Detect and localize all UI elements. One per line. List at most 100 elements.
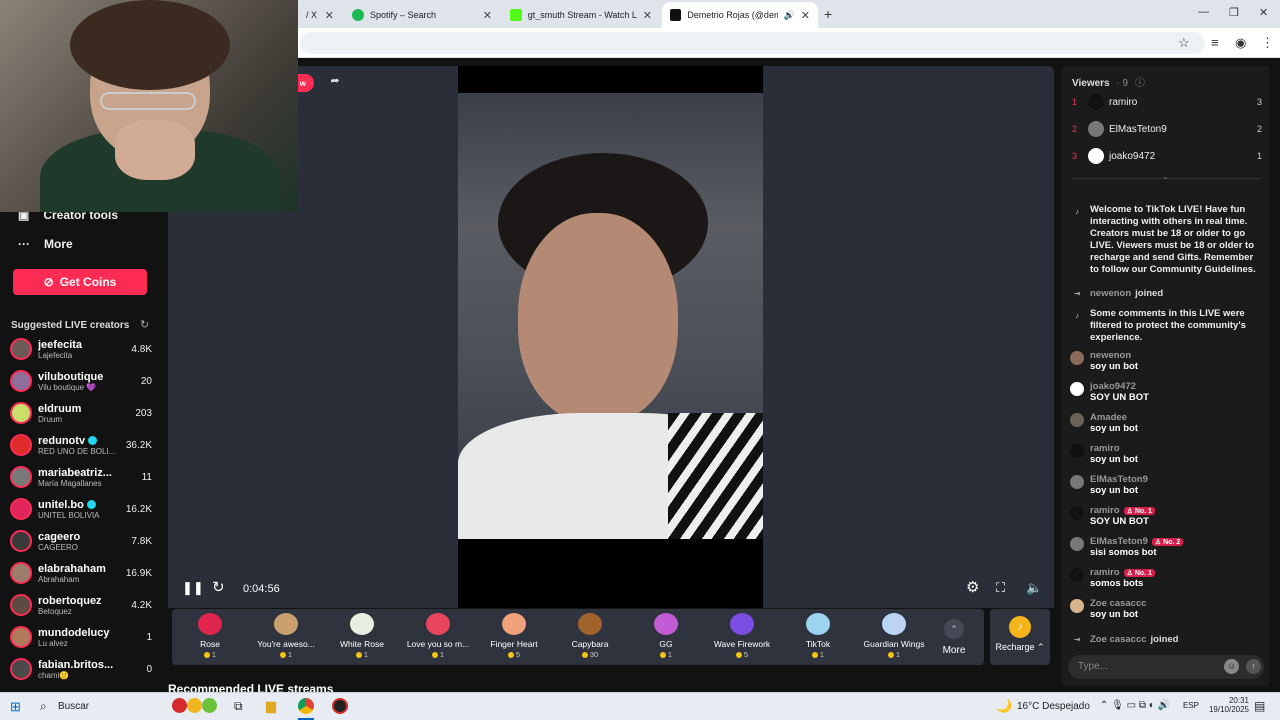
minimize-button[interactable]: — [1198, 6, 1209, 18]
volume-icon[interactable]: 🔈 [1026, 580, 1042, 596]
task-view-icon[interactable]: ⧉ [234, 699, 243, 714]
chrome-icon[interactable] [298, 698, 314, 714]
message-user[interactable]: ramiro [1090, 505, 1120, 516]
notification-icon[interactable]: ▤ [1254, 699, 1265, 713]
tray-icons[interactable]: ⌃ 🎙 ▭ ⧉ ◐ 🔊 [1100, 700, 1170, 711]
window-close-button[interactable]: ✕ [1259, 6, 1268, 19]
message-user[interactable]: ElMasTeton9 [1090, 536, 1148, 547]
avatar[interactable] [1070, 351, 1084, 365]
message-user[interactable]: newenon [1090, 350, 1131, 361]
gift-item[interactable]: White Rose 1 [324, 613, 400, 663]
avatar[interactable] [1070, 413, 1084, 427]
avatar[interactable] [1070, 537, 1084, 551]
get-coins-button[interactable]: ⊘ Get Coins [13, 269, 147, 295]
chevron-down-icon[interactable]: ⌄ [1162, 172, 1169, 181]
suggested-creator[interactable]: robertoquez Betoquez 4.2K [10, 590, 152, 620]
suggested-creator[interactable]: eldruum Druum 203 [10, 398, 152, 428]
close-icon[interactable]: ✕ [325, 9, 334, 22]
restore-button[interactable]: ❐ [1229, 6, 1239, 19]
gift-item[interactable]: You're aweso... 1 [248, 613, 324, 663]
menu-icon[interactable]: ⋮ [1261, 35, 1274, 51]
gift-item[interactable]: TikTok 1 [780, 613, 856, 663]
profile-icon[interactable]: ◉ [1235, 35, 1246, 51]
close-icon[interactable]: ✕ [483, 9, 492, 22]
suggested-creator[interactable]: elabrahaham Abrahaham 16.9K [10, 558, 152, 588]
creator-name: jeefecita [38, 338, 83, 351]
tab-spotify[interactable]: Spotify – Search ✕ [344, 2, 500, 28]
windows-start-icon[interactable]: ⊞ [10, 699, 21, 715]
gift-price-value: 5 [515, 650, 521, 659]
suggested-creator[interactable]: mundodelucy Lu alvez 1 [10, 622, 152, 652]
avatar[interactable] [1070, 568, 1084, 582]
live-player[interactable]: w ➦ ❚❚ ↻ 0:04:56 ⚙ ⛶ 🔈 [168, 66, 1054, 608]
fruit-widget-icon[interactable] [172, 698, 222, 716]
gift-item[interactable]: Rose 1 [172, 613, 248, 663]
gift-item[interactable]: Finger Heart 5 [476, 613, 552, 663]
message-user[interactable]: ramiro [1090, 443, 1120, 454]
message-user[interactable]: ramiro [1090, 567, 1120, 578]
gift-item[interactable]: Guardian Wings 1 [856, 613, 932, 663]
tab-tiktok[interactable]: Demetrio Rojas (@demerjs 🔊 ✕ [662, 2, 818, 28]
fullscreen-icon[interactable]: ⛶ [996, 580, 1005, 596]
refresh-icon[interactable]: ↻ [212, 578, 225, 596]
suggested-creator[interactable]: mariabeatriz... María Magallanes 11 [10, 462, 152, 492]
url-field[interactable] [300, 32, 1205, 54]
nav-more[interactable]: ··· More [18, 237, 73, 251]
weather-moon-icon[interactable]: 🌙 [996, 698, 1012, 714]
welcome-message: ♪ Welcome to TikTok LIVE! Have fun inter… [1070, 204, 1264, 276]
avatar[interactable] [1070, 382, 1084, 396]
avatar[interactable] [1070, 506, 1084, 520]
taskbar-search[interactable]: Buscar [58, 701, 89, 712]
join-user[interactable]: newenon [1090, 288, 1131, 299]
bookmark-star-icon[interactable]: ☆ [1178, 35, 1190, 51]
gift-name: White Rose [340, 639, 384, 649]
avatar[interactable] [1070, 599, 1084, 613]
send-icon[interactable]: ↑ [1246, 659, 1261, 674]
more-gifts-button[interactable]: ⌃ More [934, 609, 974, 665]
message-user[interactable]: ElMasTeton9 [1090, 474, 1148, 485]
pause-icon[interactable]: ❚❚ [182, 580, 204, 596]
search-icon[interactable]: ⌕ [40, 699, 47, 714]
message-user[interactable]: joako9472 [1090, 381, 1136, 392]
suggested-creator[interactable]: fabian.britos... chami🙂 0 [10, 654, 152, 684]
recharge-button[interactable]: ♪ Recharge ⌃ [990, 609, 1050, 665]
top-viewer-row[interactable]: 1 ramiro 3 [1072, 92, 1262, 112]
language-indicator[interactable]: ESP [1183, 701, 1199, 710]
weather-text[interactable]: 16°C Despejado [1017, 701, 1090, 712]
new-tab-button[interactable]: + [824, 6, 832, 22]
avatar[interactable] [1070, 444, 1084, 458]
avatar[interactable] [1070, 475, 1084, 489]
gift-item[interactable]: Wave Firework 5 [704, 613, 780, 663]
info-icon[interactable]: ⓘ [1135, 78, 1145, 89]
refresh-icon[interactable]: ↻ [140, 318, 149, 331]
close-icon[interactable]: ✕ [801, 9, 810, 22]
clock[interactable]: 20:31 19/10/2025 [1205, 696, 1249, 714]
close-icon[interactable]: ✕ [643, 9, 652, 22]
suggested-creator[interactable]: jeefecita Lajefecita 4.8K [10, 334, 152, 364]
share-icon[interactable]: ➦ [324, 74, 346, 92]
file-explorer-icon[interactable]: ▆ [266, 698, 276, 714]
settings-gear-icon[interactable]: ⚙ [966, 578, 979, 596]
suggested-creator[interactable]: redunotv RED UNO DE BOLI... 36.2K [10, 430, 152, 460]
top-viewer-row[interactable]: 2 ElMasTeton9 2 [1072, 119, 1262, 139]
video-stream[interactable] [458, 66, 763, 608]
message-user[interactable]: Amadee [1090, 412, 1127, 423]
suggested-creator[interactable]: unitel.bo UNITEL BOLIVIA 16.2K [10, 494, 152, 524]
speaker-icon[interactable]: 🔊 [784, 10, 795, 21]
suggested-creator[interactable]: viluboutique Vilu boutique 💜 20 [10, 366, 152, 396]
emoji-icon[interactable]: ☺ [1224, 659, 1239, 674]
obs-icon[interactable] [332, 698, 348, 714]
top-viewer-row[interactable]: 3 joako9472 1 [1072, 146, 1262, 166]
gift-price-value: 1 [819, 650, 825, 659]
suggested-creator[interactable]: cageero CAGEERO 7.8K [10, 526, 152, 556]
join-user[interactable]: Zoe casaccc [1090, 634, 1147, 645]
gift-item[interactable]: Love you so m... 1 [400, 613, 476, 663]
gift-item[interactable]: Capybara 30 [552, 613, 628, 663]
chat-message: ramiro ♙ No. 1 somos bots [1070, 567, 1264, 589]
media-control-icon[interactable]: ≡ [1211, 35, 1219, 50]
tab-kick[interactable]: gt_smuth Stream - Watch Live o ✕ [502, 2, 660, 28]
tab-x[interactable]: / X ✕ [298, 2, 342, 28]
gift-item[interactable]: GG 1 [628, 613, 704, 663]
chat-input[interactable]: Type... ☺ ↑ [1068, 655, 1264, 679]
message-user[interactable]: Zoe casaccc [1090, 598, 1147, 609]
